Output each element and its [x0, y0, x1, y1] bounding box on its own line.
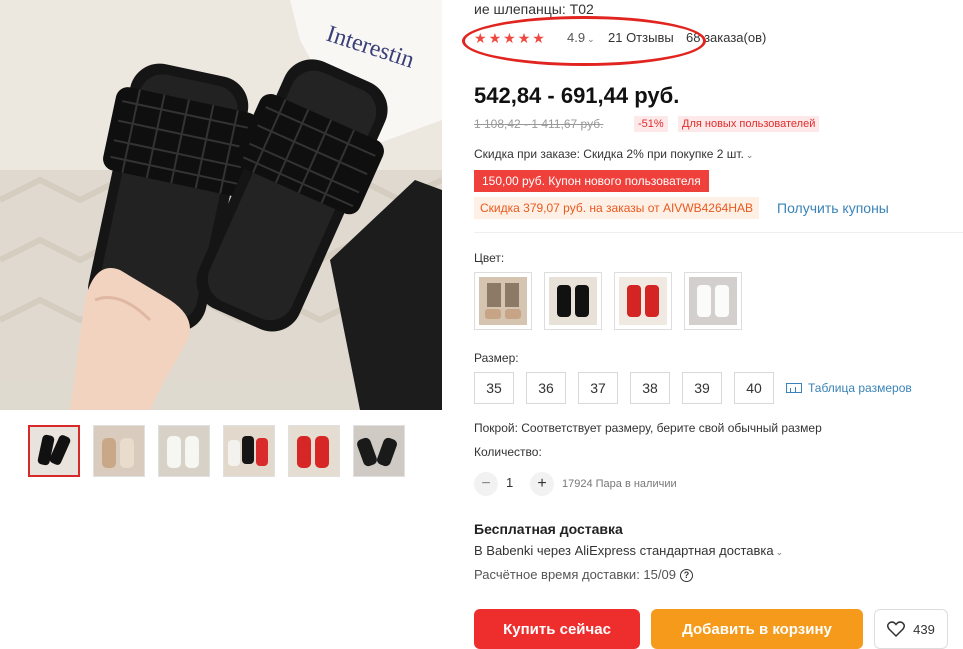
shipping-title: Бесплатная доставка: [474, 521, 623, 537]
new-user-coupon[interactable]: 150,00 руб. Купон нового пользователя: [474, 170, 709, 192]
new-user-badge: Для новых пользователей: [678, 116, 820, 132]
order-discount-text: Скидка при заказе: Скидка 2% при покупке…: [474, 147, 744, 161]
size-label: Размер:: [474, 351, 519, 365]
thumbnail-image: [30, 427, 78, 475]
quantity-value[interactable]: 1: [506, 474, 513, 492]
color-swatch-white[interactable]: [684, 272, 742, 330]
size-option-35[interactable]: 35: [474, 372, 514, 404]
current-price: 542,84 - 691,44 руб.: [474, 83, 680, 108]
swatch-image: [689, 277, 737, 325]
order-discount[interactable]: Скидка при заказе: Скидка 2% при покупке…: [474, 146, 753, 163]
ruler-icon: [786, 383, 802, 393]
size-option-39[interactable]: 39: [682, 372, 722, 404]
size-option-36[interactable]: 36: [526, 372, 566, 404]
thumbnail-1[interactable]: [28, 425, 80, 477]
get-coupons-link[interactable]: Получить купоны: [777, 199, 889, 217]
delivery-estimate-text: Расчётное время доставки: 15/09: [474, 567, 676, 582]
delivery-estimate: Расчётное время доставки: 15/09 ?: [474, 566, 693, 584]
thumbnail-5[interactable]: [288, 425, 340, 477]
color-swatch-black[interactable]: [544, 272, 602, 330]
thumbnail-3[interactable]: [158, 425, 210, 477]
size-option-37[interactable]: 37: [578, 372, 618, 404]
thumbnail-4[interactable]: [223, 425, 275, 477]
thumbnail-image: [289, 426, 339, 476]
swatch-image: [619, 277, 667, 325]
shipping-method[interactable]: В Babenki через AliExpress стандартная д…: [474, 542, 783, 561]
color-swatch-red[interactable]: [614, 272, 672, 330]
shipping-method-text: В Babenki через AliExpress стандартная д…: [474, 543, 774, 558]
quantity-minus-button[interactable]: −: [474, 472, 498, 496]
swatch-image: [479, 277, 527, 325]
color-swatch-beige[interactable]: [474, 272, 532, 330]
sandals-photo: Interestin: [0, 0, 442, 410]
heart-icon: [887, 621, 906, 637]
buy-now-button[interactable]: Купить сейчас: [474, 609, 640, 649]
divider: [474, 232, 963, 233]
fit-info: Покрой: Соответствует размеру, берите св…: [474, 421, 822, 435]
chevron-down-icon: ⌄: [745, 150, 754, 160]
size-table-label: Таблица размеров: [808, 381, 912, 395]
thumbnail-image: [354, 426, 404, 476]
discount-badge: -51%: [634, 116, 668, 132]
thumbnail-2[interactable]: [93, 425, 145, 477]
chevron-down-icon: ⌄: [775, 547, 784, 557]
stock-count: 17924 Пара в наличии: [562, 478, 677, 490]
main-product-photo[interactable]: Interestin: [0, 0, 442, 410]
thumbnail-image: [94, 426, 144, 476]
color-label: Цвет:: [474, 251, 505, 265]
swatch-image: [549, 277, 597, 325]
size-option-40[interactable]: 40: [734, 372, 774, 404]
thumbnail-6[interactable]: [353, 425, 405, 477]
help-icon[interactable]: ?: [679, 568, 693, 582]
thumbnail-image: [159, 426, 209, 476]
quantity-label: Количество:: [474, 445, 542, 459]
old-price: 1 108,42 - 1 411,67 руб.: [474, 117, 604, 131]
size-table-link[interactable]: Таблица размеров: [786, 380, 912, 396]
thumbnail-image: [224, 426, 274, 476]
add-to-cart-button[interactable]: Добавить в корзину: [651, 609, 863, 649]
wishlist-button[interactable]: 439: [874, 609, 948, 649]
wishlist-count: 439: [913, 621, 935, 637]
quantity-plus-button[interactable]: +: [530, 472, 554, 496]
annotation-ellipse: [462, 16, 706, 66]
code-discount-coupon[interactable]: Скидка 379,07 руб. на заказы от AIVWB426…: [474, 197, 759, 219]
size-option-38[interactable]: 38: [630, 372, 670, 404]
